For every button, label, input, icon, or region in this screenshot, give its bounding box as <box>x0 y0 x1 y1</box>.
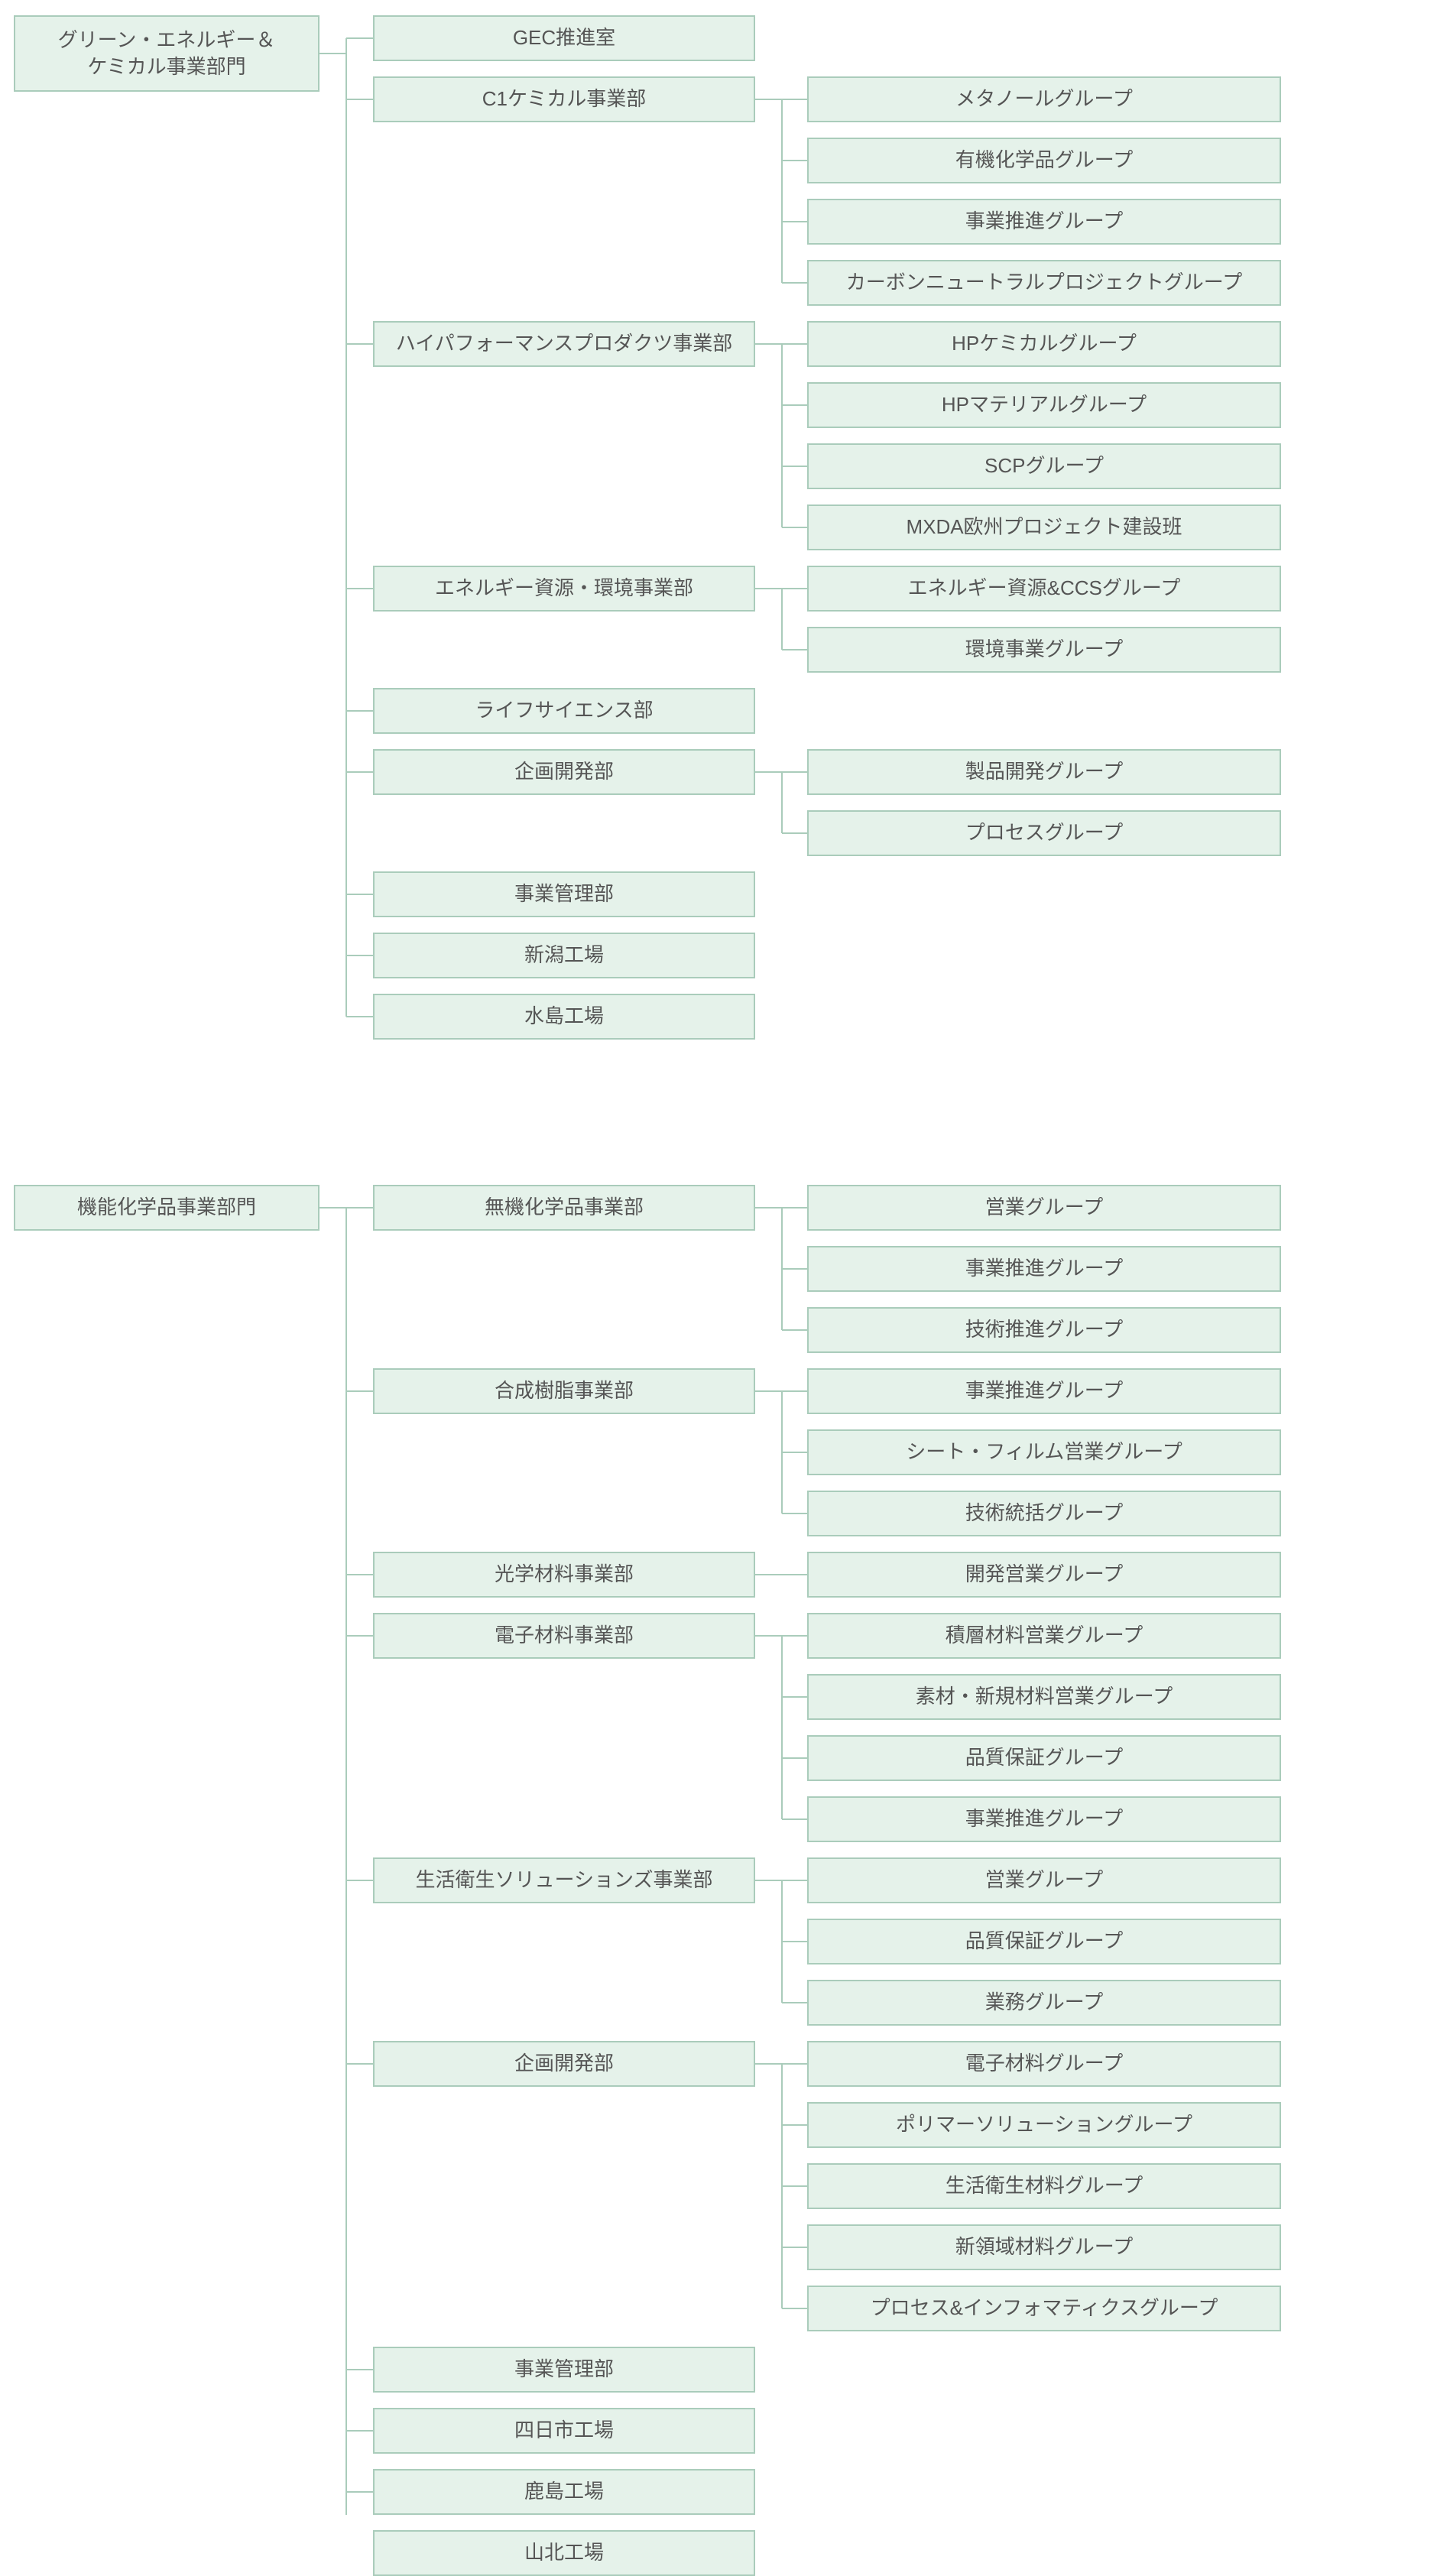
dept-life-science: ライフサイエンス部 <box>373 688 755 734</box>
dept-optical-materials: 光学材料事業部 <box>373 1552 755 1598</box>
dept-hygiene-solutions-group-1: 品質保証グループ <box>807 1919 1281 1964</box>
dept-planning-dev-2-group-3: 新領域材料グループ <box>807 2224 1281 2270</box>
dept-planning-dev-2-group-1: ポリマーソリューショングループ <box>807 2102 1281 2148</box>
dept-electronic-materials-group-1: 素材・新規材料営業グループ <box>807 1674 1281 1720</box>
dept-c1-chemical-group-0: メタノールグループ <box>807 76 1281 122</box>
dept-inorganic-chem-group-2: 技術推進グループ <box>807 1307 1281 1353</box>
dept-energy-resources-env: エネルギー資源・環境事業部 <box>373 566 755 612</box>
dept-planning-dev-2: 企画開発部 <box>373 2041 755 2087</box>
dept-high-performance-products: ハイパフォーマンスプロダクツ事業部 <box>373 321 755 367</box>
dept-energy-resources-env-group-0: エネルギー資源&CCSグループ <box>807 566 1281 612</box>
dept-c1-chemical-group-1: 有機化学品グループ <box>807 138 1281 183</box>
dept-energy-resources-env-group-1: 環境事業グループ <box>807 627 1281 673</box>
dept-inorganic-chem-group-1: 事業推進グループ <box>807 1246 1281 1292</box>
dept-planning-dev-1-group-1: プロセスグループ <box>807 810 1281 856</box>
dept-yokkaichi-plant: 四日市工場 <box>373 2408 755 2454</box>
dept-gec-promotion: GEC推進室 <box>373 15 755 61</box>
dept-mizushima-plant: 水島工場 <box>373 994 755 1040</box>
dept-optical-materials-group-0: 開発営業グループ <box>807 1552 1281 1598</box>
dept-c1-chemical-group-2: 事業推進グループ <box>807 199 1281 245</box>
dept-synthetic-resin-group-0: 事業推進グループ <box>807 1368 1281 1414</box>
dept-high-performance-products-group-1: HPマテリアルグループ <box>807 382 1281 428</box>
dept-inorganic-chem-group-0: 営業グループ <box>807 1185 1281 1231</box>
dept-hygiene-solutions: 生活衛生ソリューションズ事業部 <box>373 1857 755 1903</box>
dept-yamakita-plant: 山北工場 <box>373 2530 755 2576</box>
dept-planning-dev-1: 企画開発部 <box>373 749 755 795</box>
dept-high-performance-products-group-2: SCPグループ <box>807 443 1281 489</box>
dept-synthetic-resin: 合成樹脂事業部 <box>373 1368 755 1414</box>
dept-electronic-materials-group-0: 積層材料営業グループ <box>807 1613 1281 1659</box>
dept-planning-dev-2-group-0: 電子材料グループ <box>807 2041 1281 2087</box>
dept-planning-dev-2-group-2: 生活衛生材料グループ <box>807 2163 1281 2209</box>
dept-c1-chemical: C1ケミカル事業部 <box>373 76 755 122</box>
dept-kashima-plant: 鹿島工場 <box>373 2469 755 2515</box>
dept-hygiene-solutions-group-0: 営業グループ <box>807 1857 1281 1903</box>
org-chart: GEC推進室 C1ケミカル事業部 メタノールグループ有機化学品グループ事業推進グルー… <box>0 0 1437 2515</box>
dept-planning-dev-1-group-0: 製品開発グループ <box>807 749 1281 795</box>
sector-functional-chemicals: 機能化学品事業部門 <box>14 1185 320 1231</box>
dept-niigata-plant: 新潟工場 <box>373 933 755 978</box>
dept-hygiene-solutions-group-2: 業務グループ <box>807 1980 1281 2026</box>
dept-high-performance-products-group-3: MXDA欧州プロジェクト建設班 <box>807 504 1281 550</box>
dept-electronic-materials-group-3: 事業推進グループ <box>807 1796 1281 1842</box>
dept-high-performance-products-group-0: HPケミカルグループ <box>807 321 1281 367</box>
dept-business-admin-1: 事業管理部 <box>373 871 755 917</box>
dept-inorganic-chem: 無機化学品事業部 <box>373 1185 755 1231</box>
dept-synthetic-resin-group-1: シート・フィルム営業グループ <box>807 1429 1281 1475</box>
dept-synthetic-resin-group-2: 技術統括グループ <box>807 1491 1281 1536</box>
dept-electronic-materials-group-2: 品質保証グループ <box>807 1735 1281 1781</box>
sector-green-energy-chemical: グリーン・エネルギー＆ ケミカル事業部門 <box>14 15 320 92</box>
dept-planning-dev-2-group-4: プロセス&インフォマティクスグループ <box>807 2286 1281 2331</box>
dept-business-admin-2: 事業管理部 <box>373 2347 755 2393</box>
dept-c1-chemical-group-3: カーボンニュートラルプロジェクトグループ <box>807 260 1281 306</box>
dept-electronic-materials: 電子材料事業部 <box>373 1613 755 1659</box>
